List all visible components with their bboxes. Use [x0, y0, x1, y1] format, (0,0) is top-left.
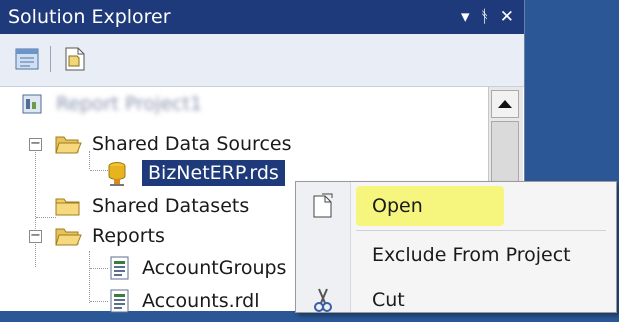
- menu-item-open[interactable]: Open: [296, 184, 616, 228]
- show-all-files-button[interactable]: [60, 44, 90, 74]
- tree-line: [35, 145, 36, 267]
- reports-label: Reports: [92, 225, 165, 247]
- scroll-up-arrow-icon: [498, 100, 512, 108]
- report-label: AccountGroups: [142, 257, 287, 279]
- tree-line: [89, 251, 90, 303]
- explorer-toolbar: [0, 34, 524, 87]
- show-all-files-icon: [65, 47, 85, 71]
- menu-separator: [356, 230, 606, 231]
- folder-open-icon: [55, 136, 82, 154]
- scissors-icon: [314, 288, 332, 312]
- menu-cut-label: Cut: [372, 289, 405, 311]
- context-menu: Open Exclude From Project Cut: [295, 181, 617, 313]
- dropdown-icon[interactable]: ▾: [461, 0, 470, 34]
- close-icon[interactable]: ✕: [500, 0, 514, 34]
- project-icon: [22, 94, 42, 114]
- tree-item-data-source-file[interactable]: BizNetERP.rds: [106, 156, 285, 190]
- report-icon: [110, 289, 129, 313]
- panel-titlebar: Solution Explorer ▾ ᚬ ✕: [0, 0, 524, 34]
- shared-data-sources-label: Shared Data Sources: [92, 133, 292, 155]
- tree-item-shared-datasets[interactable]: Shared Datasets: [54, 189, 249, 223]
- data-source-file-label: BizNetERP.rds: [142, 160, 285, 186]
- tree-line: [90, 301, 108, 302]
- report-label: Accounts.rdl: [142, 290, 260, 312]
- menu-item-cut[interactable]: Cut: [296, 278, 616, 322]
- title-controls: ▾ ᚬ ✕: [461, 0, 514, 34]
- collapse-reports[interactable]: −: [29, 229, 42, 243]
- scroll-up-button[interactable]: [491, 90, 519, 118]
- tree-item-project[interactable]: Report Project1: [20, 87, 202, 121]
- tree-item-report[interactable]: Accounts.rdl: [108, 284, 259, 318]
- tree-item-reports[interactable]: Reports: [54, 219, 165, 253]
- pin-icon[interactable]: ᚬ: [480, 0, 490, 34]
- open-document-icon: [313, 193, 333, 218]
- properties-icon: [15, 48, 39, 70]
- tree-line: [90, 268, 108, 269]
- project-name: Report Project1: [56, 93, 203, 115]
- data-source-icon: [108, 162, 126, 186]
- panel-title: Solution Explorer: [8, 6, 171, 28]
- menu-exclude-label: Exclude From Project: [372, 244, 571, 266]
- report-icon: [110, 256, 129, 280]
- collapse-shared-data-sources[interactable]: −: [29, 137, 42, 151]
- menu-item-exclude-from-project[interactable]: Exclude From Project: [296, 233, 616, 277]
- menu-open-label: Open: [372, 195, 423, 217]
- properties-button[interactable]: [12, 44, 42, 74]
- tree-item-report[interactable]: AccountGroups: [108, 251, 286, 285]
- tree-line: [36, 217, 56, 218]
- folder-open-icon: [55, 228, 82, 246]
- folder-icon: [55, 198, 80, 216]
- shared-datasets-label: Shared Datasets: [92, 195, 250, 217]
- toolbar-separator: [50, 46, 51, 72]
